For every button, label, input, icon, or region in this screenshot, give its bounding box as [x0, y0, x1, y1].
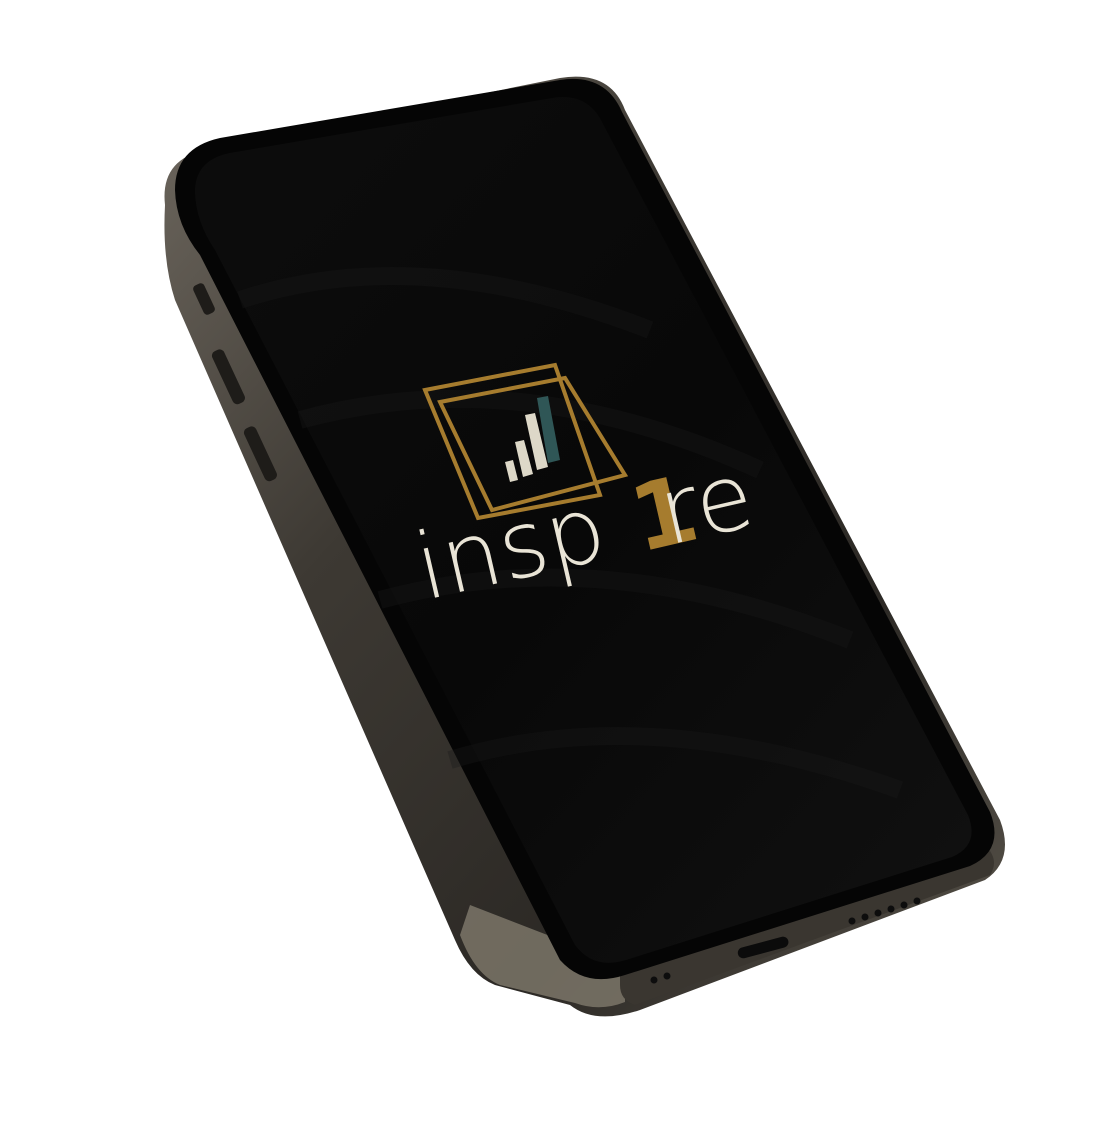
product-photo: insp 1 re: [164, 76, 1005, 1017]
